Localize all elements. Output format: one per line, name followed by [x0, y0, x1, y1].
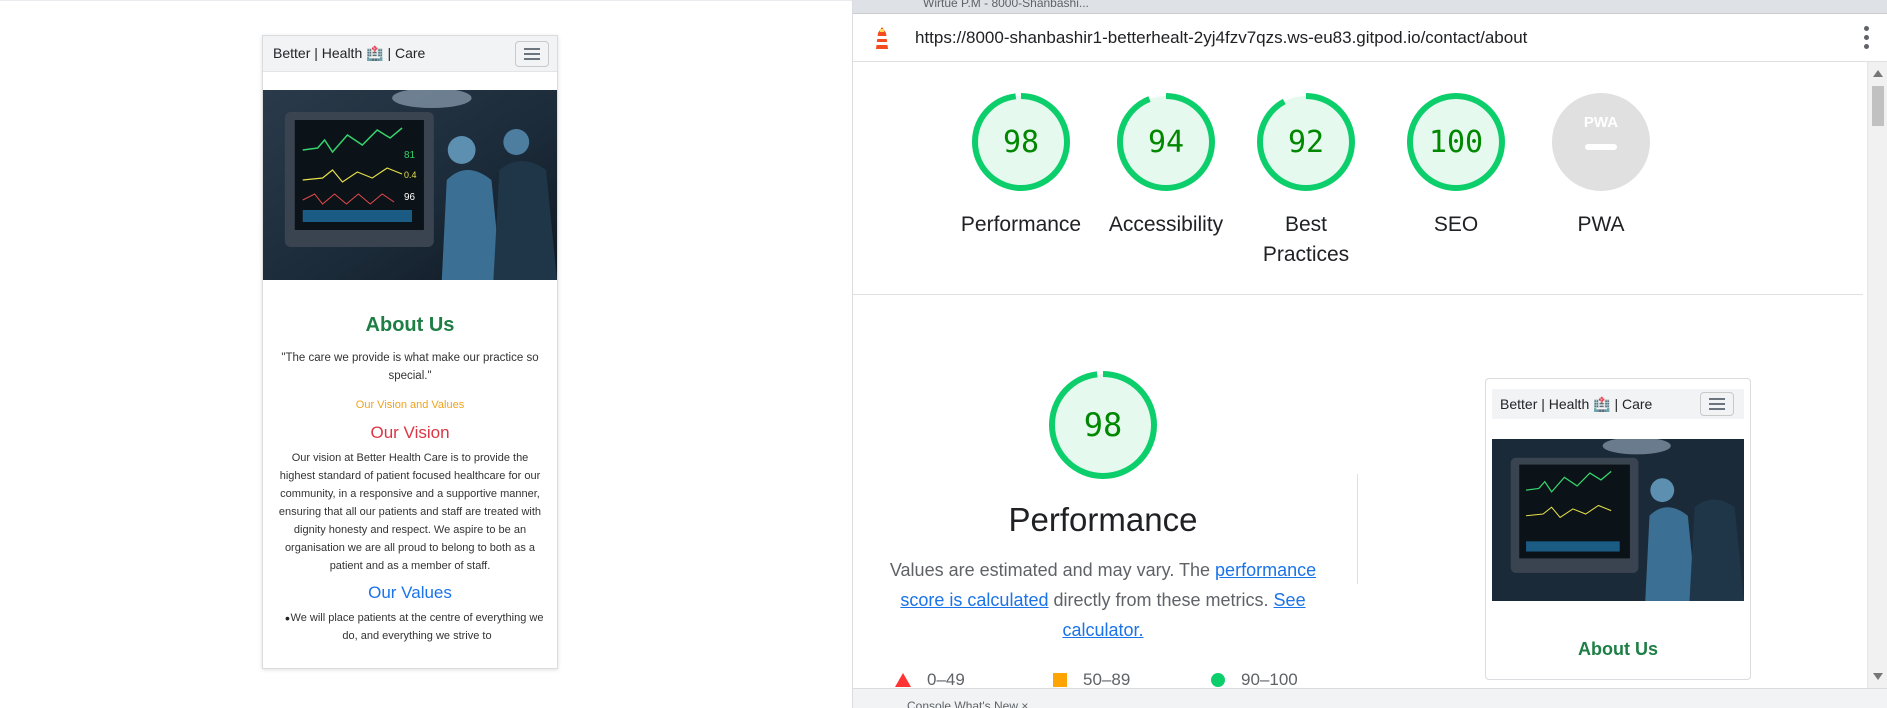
score-gauge-icon: 98	[972, 93, 1070, 191]
gauge-value: 92	[1288, 125, 1324, 160]
vertical-scrollbar[interactable]	[1867, 62, 1887, 688]
gauge-label: Performance	[960, 213, 1082, 236]
svg-text:96: 96	[404, 192, 415, 203]
average-square-icon	[1053, 673, 1067, 687]
our-vision-heading: Our Vision	[370, 423, 450, 442]
mobile-device-frame: Better | Health 🏥 | Care 81 0.4 96 About…	[262, 35, 558, 669]
performance-large-gauge-icon: 98	[1049, 371, 1157, 479]
browser-tab-strip: Wirtue P.M - 8000-Shanbashi...	[853, 0, 1887, 14]
mobile-preview-pane: Better | Health 🏥 | Care 81 0.4 96 About…	[0, 0, 852, 708]
hero-image-surgery-monitor: 81 0.4 96	[263, 90, 557, 280]
gauge-best-practices[interactable]: 92 Best Practices	[1246, 92, 1366, 270]
gauge-value: 100	[1429, 125, 1483, 160]
drawer-tab-labels[interactable]: Console What's New ×	[907, 699, 1028, 708]
gauge-label: Best Practices	[1262, 213, 1350, 266]
score-gauge-icon: 94	[1117, 93, 1215, 191]
scroll-down-icon[interactable]	[1873, 673, 1883, 680]
performance-section: 98 Performance Values are estimated and …	[853, 370, 1353, 645]
practice-quote: "The care we provide is what make our pr…	[281, 352, 539, 382]
hamburger-line	[524, 57, 540, 60]
thumbnail-brand: Better | Health 🏥 | Care	[1500, 395, 1653, 412]
score-legend: 0–49 50–89 90–100	[895, 670, 1369, 690]
thumbnail-toggler-icon	[1700, 392, 1734, 416]
section-divider	[853, 294, 1863, 295]
performance-description: Values are estimated and may vary. The p…	[889, 560, 1317, 640]
performance-score-value: 98	[1084, 406, 1123, 444]
gauge-label: SEO	[1433, 213, 1479, 236]
report-url-bar: https://8000-shanbashir1-betterhealt-2yj…	[853, 14, 1887, 62]
svg-text:81: 81	[404, 150, 415, 161]
hamburger-line	[524, 52, 540, 55]
gauge-label: Accessibility	[1108, 213, 1224, 236]
hamburger-line	[524, 47, 540, 50]
legend-average: 50–89	[1053, 670, 1211, 690]
scroll-up-icon[interactable]	[1873, 70, 1883, 77]
thumbnail-about-heading: About Us	[1578, 639, 1658, 659]
thumbnail-navbar: Better | Health 🏥 | Care	[1492, 389, 1744, 419]
thumbnail-hero-image	[1492, 439, 1744, 601]
lighthouse-report-pane: Wirtue P.M - 8000-Shanbashi... https://8…	[852, 0, 1887, 708]
about-us-heading: About Us	[365, 314, 455, 336]
report-url[interactable]: https://8000-shanbashir1-betterhealt-2yj…	[915, 28, 1863, 48]
vision-values-subheading: Our Vision and Values	[355, 399, 465, 411]
vertical-divider	[1357, 474, 1358, 584]
navbar-toggler-button[interactable]	[515, 40, 549, 67]
pwa-badge-icon: PWA	[1552, 93, 1650, 191]
gauge-accessibility[interactable]: 94 Accessibility	[1101, 92, 1231, 240]
final-screenshot-thumbnail[interactable]: Better | Health 🏥 | Care About Us	[1485, 378, 1751, 680]
our-values-heading: Our Values	[368, 583, 452, 602]
gauge-label: PWA	[1577, 213, 1625, 236]
gauge-value: 98	[1003, 125, 1039, 160]
gauge-value: 94	[1148, 125, 1184, 160]
legend-fail: 0–49	[895, 670, 1053, 690]
gauge-pwa[interactable]: PWA PWA	[1536, 92, 1666, 240]
lighthouse-logo-icon	[876, 26, 888, 49]
site-navbar: Better | Health 🏥 | Care	[263, 36, 557, 72]
score-gauge-icon: 100	[1407, 93, 1505, 191]
browser-tab-title[interactable]: Wirtue P.M - 8000-Shanbashi...	[923, 0, 1089, 10]
more-options-icon[interactable]	[1863, 26, 1869, 49]
list-item: We will place patients at the centre of …	[287, 609, 547, 645]
legend-pass: 90–100	[1211, 670, 1369, 690]
values-list: We will place patients at the centre of …	[273, 609, 547, 645]
category-scores: 98 Performance 94 Accessibility 92 Best …	[853, 92, 1863, 296]
score-gauge-icon: 92	[1257, 93, 1355, 191]
gauge-performance[interactable]: 98 Performance	[956, 92, 1086, 240]
svg-text:PWA: PWA	[1584, 114, 1618, 131]
site-brand-link[interactable]: Better | Health 🏥 | Care	[273, 45, 425, 62]
fail-triangle-icon	[895, 673, 911, 687]
about-content: About Us "The care we provide is what ma…	[263, 314, 557, 645]
performance-title: Performance	[1008, 501, 1198, 538]
devtools-drawer-tabs: Console What's New ×	[853, 688, 1887, 708]
vision-paragraph: Our vision at Better Health Care is to p…	[278, 452, 542, 572]
pass-circle-icon	[1211, 673, 1225, 687]
svg-text:0.4: 0.4	[404, 170, 416, 180]
gauge-seo[interactable]: 100 SEO	[1391, 92, 1521, 240]
scrollbar-thumb[interactable]	[1872, 86, 1884, 126]
